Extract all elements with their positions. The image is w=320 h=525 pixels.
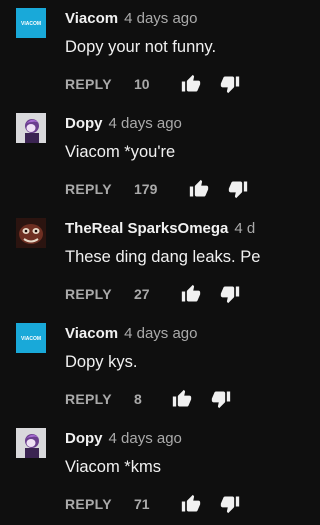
- thumbs-down-icon[interactable]: [228, 179, 248, 199]
- reply-button[interactable]: REPLY: [65, 181, 112, 197]
- like-count: 10: [134, 76, 150, 92]
- like-count: 8: [134, 391, 142, 407]
- thumbs-down-icon[interactable]: [211, 389, 231, 409]
- author-avatar[interactable]: [16, 113, 46, 143]
- like-count: 71: [134, 496, 150, 512]
- comment-text: These ding dang leaks. Pe: [65, 248, 261, 266]
- comment-timestamp[interactable]: 4 days ago: [109, 115, 182, 132]
- thumbs-up-icon[interactable]: [172, 389, 192, 409]
- comment-header: Viacom 4 days ago: [65, 325, 197, 342]
- author-avatar[interactable]: [16, 218, 46, 248]
- author-name[interactable]: Viacom: [65, 10, 118, 27]
- thumbs-up-icon[interactable]: [181, 74, 201, 94]
- viacom-logo-icon: VIACOM: [16, 8, 46, 38]
- comment-header: TheReal SparksOmega 4 d: [65, 220, 255, 237]
- comment-text: Viacom *kms: [65, 458, 161, 476]
- thumbs-down-icon[interactable]: [220, 74, 240, 94]
- comment-actions: REPLY 27: [65, 284, 258, 304]
- comment-text: Viacom *you're: [65, 143, 176, 161]
- comment-item: VIACOM Viacom 4 days ago Dopy your not fu…: [0, 0, 258, 105]
- comment-actions: REPLY 8: [65, 389, 258, 409]
- comment-header: Viacom 4 days ago: [65, 10, 197, 27]
- like-count: 179: [134, 181, 158, 197]
- author-avatar[interactable]: VIACOM: [16, 323, 46, 353]
- comment-actions: REPLY 71: [65, 494, 258, 514]
- reply-button[interactable]: REPLY: [65, 496, 112, 512]
- comment-timestamp[interactable]: 4 days ago: [109, 430, 182, 447]
- comment-item: Dopy 4 days ago Viacom *you're REPLY 179: [0, 105, 258, 210]
- comment-actions: REPLY 179: [65, 179, 258, 199]
- viacom-logo-icon: VIACOM: [16, 323, 46, 353]
- thumbs-down-icon[interactable]: [220, 494, 240, 514]
- author-avatar[interactable]: VIACOM: [16, 8, 46, 38]
- comment-item: Dopy 4 days ago Viacom *kms REPLY 71: [0, 420, 258, 525]
- thumbs-up-icon[interactable]: [181, 494, 201, 514]
- dopy-avatar-icon: [16, 113, 46, 143]
- comment-timestamp[interactable]: 4 d: [234, 220, 255, 237]
- comment-item: TheReal SparksOmega 4 d These ding dang l…: [0, 210, 261, 315]
- author-name[interactable]: Viacom: [65, 325, 118, 342]
- author-avatar[interactable]: [16, 428, 46, 458]
- thumbs-up-icon[interactable]: [189, 179, 209, 199]
- author-name[interactable]: Dopy: [65, 115, 103, 132]
- reply-button[interactable]: REPLY: [65, 286, 112, 302]
- svg-text:VIACOM: VIACOM: [21, 336, 41, 342]
- comment-header: Dopy 4 days ago: [65, 430, 182, 447]
- svg-text:VIACOM: VIACOM: [21, 21, 41, 27]
- reply-button[interactable]: REPLY: [65, 76, 112, 92]
- thumbs-up-icon[interactable]: [181, 284, 201, 304]
- comment-text: Dopy your not funny.: [65, 38, 217, 56]
- comment-item: VIACOM Viacom 4 days ago Dopy kys. REPLY …: [0, 315, 258, 420]
- reply-button[interactable]: REPLY: [65, 391, 112, 407]
- sparks-avatar-icon: [16, 218, 46, 248]
- like-count: 27: [134, 286, 150, 302]
- comment-timestamp[interactable]: 4 days ago: [124, 10, 197, 27]
- thumbs-down-icon[interactable]: [220, 284, 240, 304]
- author-name[interactable]: Dopy: [65, 430, 103, 447]
- comment-timestamp[interactable]: 4 days ago: [124, 325, 197, 342]
- comment-actions: REPLY 10: [65, 74, 258, 94]
- comment-text: Dopy kys.: [65, 353, 138, 371]
- comment-header: Dopy 4 days ago: [65, 115, 182, 132]
- author-name[interactable]: TheReal SparksOmega: [65, 220, 228, 237]
- dopy-avatar-icon: [16, 428, 46, 458]
